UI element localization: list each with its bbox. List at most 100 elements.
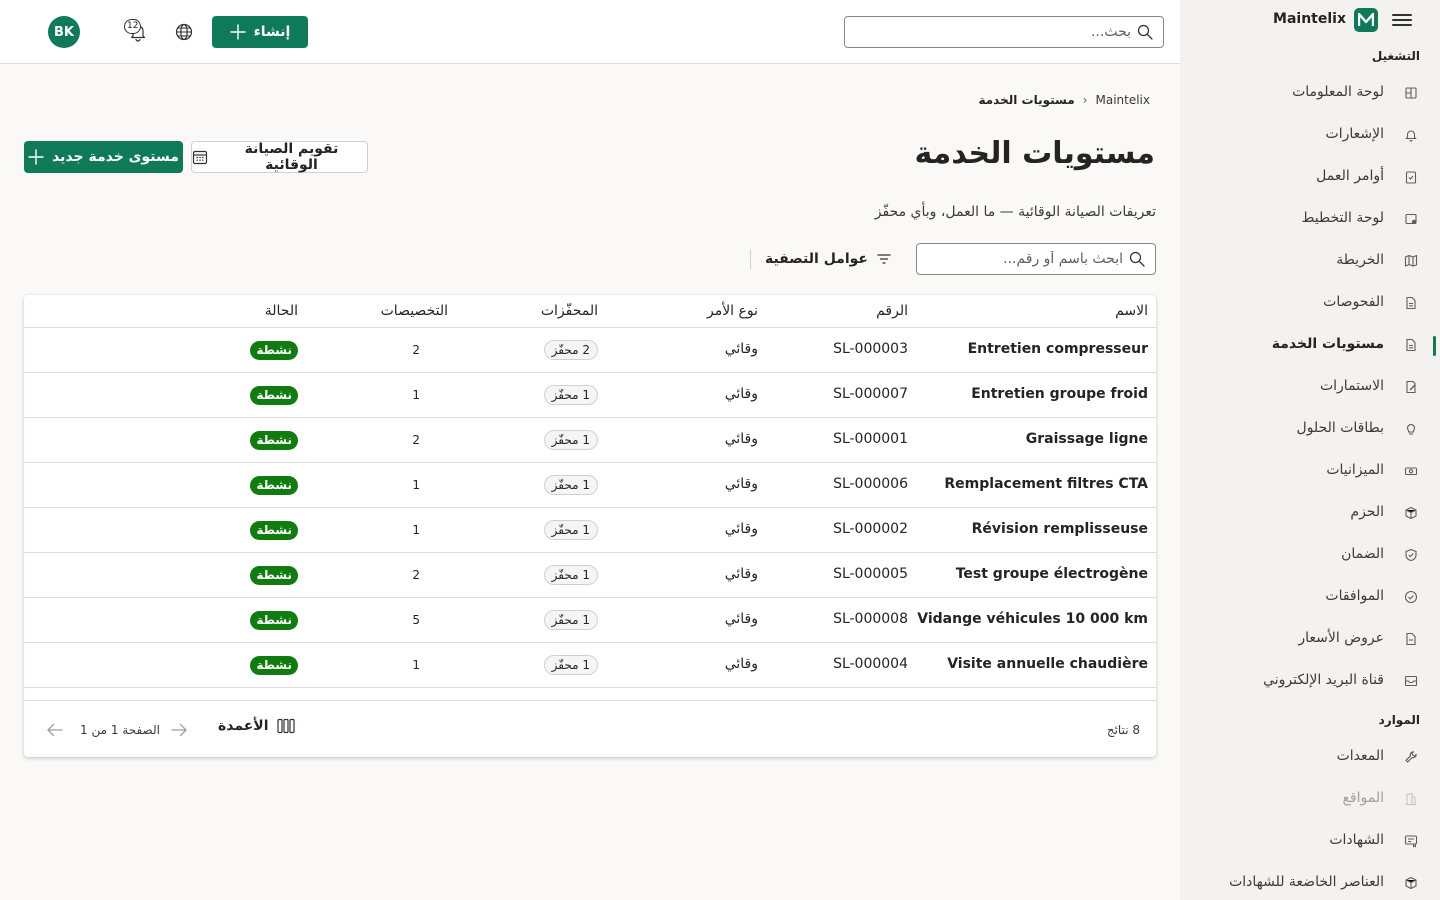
results-count: 8 نتائج — [1106, 723, 1140, 737]
top-header: إنشاء 12 BK — [0, 0, 1180, 64]
globe-icon[interactable] — [175, 23, 193, 41]
cell-name[interactable]: Visite annuelle chaudière — [947, 656, 1148, 672]
sidebar-item-label: بطاقات الحلول — [1296, 420, 1384, 436]
column-header-assignments[interactable]: التخصيصات — [381, 303, 448, 319]
sidebar-item-ops-1[interactable]: الإشعارات — [1180, 117, 1440, 155]
sidebar-item-ops-9[interactable]: الميزانيات — [1180, 453, 1440, 491]
table-row[interactable]: Test groupe électrogène SL-000005 وقائي 1 م… — [24, 553, 1156, 598]
cell-name[interactable]: Remplacement filtres CTA — [944, 476, 1148, 492]
cell-name[interactable]: Test groupe électrogène — [956, 566, 1148, 582]
cell-name[interactable]: Vidange véhicules 10 000 km — [917, 611, 1148, 627]
sidebar-item-res-2[interactable]: الشهادات — [1180, 823, 1440, 861]
page-title: مستويات الخدمة — [914, 136, 1155, 171]
column-header-triggers[interactable]: المحفّزات — [541, 303, 598, 319]
planning-icon — [1404, 212, 1418, 226]
triggers-badge: 1 محفّز — [543, 565, 598, 585]
cell-order-type: وقائي — [724, 431, 758, 447]
sidebar-item-ops-7[interactable]: الاستمارات — [1180, 369, 1440, 407]
create-label: إنشاء — [253, 24, 291, 40]
status-badge: نشطة — [250, 431, 298, 450]
table-row[interactable]: Révision remplisseuse SL-000002 وقائي 1 محف… — [24, 508, 1156, 553]
pm-calendar-button[interactable]: تقويم الصيانة الوقائية — [191, 141, 368, 173]
sidebar-item-ops-11[interactable]: الضمان — [1180, 537, 1440, 575]
sidebar-item-label: مستويات الخدمة — [1271, 336, 1384, 352]
create-button[interactable]: إنشاء — [212, 16, 308, 48]
table-row[interactable]: Entretien groupe froid SL-000007 وقائي 1 مح… — [24, 373, 1156, 418]
columns-button[interactable]: الأعمدة — [218, 718, 295, 734]
arrow-right-icon[interactable] — [170, 721, 188, 739]
pm-calendar-label: تقويم الصيانة الوقائية — [244, 141, 339, 173]
sidebar-item-res-3[interactable]: العناصر الخاضعة للشهادات — [1180, 865, 1440, 900]
sidebar-item-res-0[interactable]: المعدات — [1180, 739, 1440, 777]
sidebar-item-ops-3[interactable]: لوحة التخطيط — [1180, 201, 1440, 239]
breadcrumb-root[interactable]: Maintelix — [1095, 93, 1150, 107]
column-header-number[interactable]: الرقم — [876, 303, 908, 319]
sidebar-item-ops-14[interactable]: قناة البريد الإلكتروني — [1180, 663, 1440, 701]
sidebar-item-label: الضمان — [1341, 546, 1384, 562]
sidebar-item-ops-2[interactable]: أوامر العمل — [1180, 159, 1440, 197]
cell-name[interactable]: Entretien groupe froid — [971, 386, 1148, 402]
sidebar-item-ops-13[interactable]: عروض الأسعار — [1180, 621, 1440, 659]
brand-name: Maintelix — [1273, 11, 1346, 27]
sidebar: Maintelix التشغيل لوحة المعلومات الإشعارا… — [1180, 0, 1440, 900]
bell-icon — [1404, 128, 1418, 142]
service-levels-table: الاسم الرقم نوع الأمر المحفّزات التخصيصا… — [24, 295, 1156, 757]
table-row[interactable]: Visite annuelle chaudière SL-000004 وقائي 1… — [24, 643, 1156, 688]
table-row[interactable]: Graissage ligne SL-000001 وقائي 1 محفّز 2 نشط… — [24, 418, 1156, 463]
sidebar-item-ops-4[interactable]: الخريطة — [1180, 243, 1440, 281]
calendar-icon — [192, 149, 208, 165]
hamburger-menu-icon[interactable] — [1392, 11, 1412, 29]
sidebar-item-ops-8[interactable]: بطاقات الحلول — [1180, 411, 1440, 449]
table-search[interactable] — [916, 243, 1156, 275]
cell-assignments: 5 — [412, 613, 420, 627]
document-icon — [1404, 338, 1418, 352]
cell-number: SL-000008 — [833, 611, 908, 627]
column-header-order-type[interactable]: نوع الأمر — [707, 303, 758, 319]
cell-assignments: 1 — [412, 658, 420, 672]
column-header-status[interactable]: الحالة — [265, 303, 298, 319]
triggers-badge: 1 محفّز — [543, 430, 598, 450]
dashboard-icon — [1404, 86, 1418, 100]
filters-button[interactable]: عوامل التصفية — [765, 246, 892, 272]
cell-name[interactable]: Révision remplisseuse — [972, 521, 1148, 537]
filter-icon — [876, 251, 892, 267]
new-service-level-button[interactable]: مستوى خدمة جديد — [24, 141, 183, 173]
toolbar-divider — [750, 249, 751, 269]
column-header-name[interactable]: الاسم — [1115, 303, 1148, 319]
cell-number: SL-000006 — [833, 476, 908, 492]
triggers-badge: 1 محفّز — [543, 385, 598, 405]
global-search-input[interactable] — [845, 24, 1131, 40]
sidebar-item-ops-0[interactable]: لوحة المعلومات — [1180, 75, 1440, 113]
table-row[interactable]: Remplacement filtres CTA SL-000006 وقائي 1 … — [24, 463, 1156, 508]
cell-name[interactable]: Graissage ligne — [1026, 431, 1148, 447]
sidebar-item-ops-5[interactable]: الفحوصات — [1180, 285, 1440, 323]
box-icon — [1404, 876, 1418, 890]
arrow-left-icon[interactable] — [46, 721, 64, 739]
user-avatar[interactable]: BK — [48, 16, 80, 48]
certificate-icon — [1404, 834, 1418, 848]
breadcrumb: Maintelix ‹ مستويات الخدمة — [978, 93, 1150, 107]
page-description: تعريفات الصيانة الوقائية — ما العمل، وبأ… — [874, 204, 1156, 220]
sidebar-item-ops-6[interactable]: مستويات الخدمة — [1180, 327, 1440, 365]
money-icon — [1404, 464, 1418, 478]
triggers-badge: 1 محفّز — [543, 610, 598, 630]
global-search[interactable] — [844, 16, 1164, 48]
cell-order-type: وقائي — [724, 476, 758, 492]
notifications-count-badge: 12 — [124, 19, 142, 34]
chevron-left-icon: ‹ — [1082, 93, 1088, 107]
table-row[interactable]: Vidange véhicules 10 000 km SL-000008 وقائ… — [24, 598, 1156, 643]
triggers-badge: 1 محفّز — [543, 520, 598, 540]
cell-number: SL-000002 — [833, 521, 908, 537]
page-indicator: الصفحة 1 من 1 — [80, 723, 160, 737]
sidebar-item-ops-12[interactable]: الموافقات — [1180, 579, 1440, 617]
document-icon — [1404, 296, 1418, 310]
cell-name[interactable]: Entretien compresseur — [968, 341, 1148, 357]
table-search-input[interactable] — [917, 251, 1123, 267]
sidebar-item-label: الإشعارات — [1325, 126, 1384, 142]
sidebar-item-ops-10[interactable]: الحزم — [1180, 495, 1440, 533]
sidebar-item-res-1[interactable]: المواقع — [1180, 781, 1440, 819]
mail-icon — [1404, 674, 1418, 688]
table-footer: 8 نتائج الأعمدة الصفحة 1 من 1 — [24, 700, 1156, 757]
table-row[interactable]: Entretien compresseur SL-000003 وقائي 2 محف… — [24, 328, 1156, 373]
sidebar-item-label: الفحوصات — [1323, 294, 1384, 310]
